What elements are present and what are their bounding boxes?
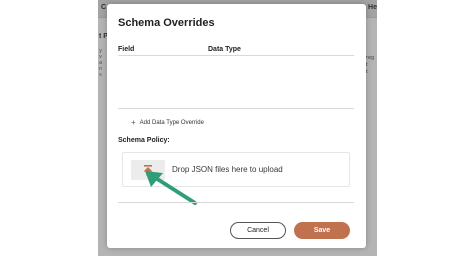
- table-header-divider: [118, 55, 354, 56]
- plus-icon: +: [131, 118, 136, 127]
- background-snippet-line: t: [365, 62, 369, 68]
- add-data-type-override-button[interactable]: + Add Data Type Override: [131, 118, 204, 128]
- column-header-field: Field: [118, 46, 135, 53]
- cancel-button[interactable]: Cancel: [230, 222, 286, 239]
- footer-divider: [118, 202, 354, 203]
- background-snippet-line: reg: [365, 55, 375, 61]
- background-snippet: reg t t: [365, 55, 377, 76]
- section-divider: [118, 108, 354, 109]
- background-code: y v a n s: [99, 48, 107, 78]
- background-tab-right: He: [368, 4, 377, 11]
- background-tab-left: C: [101, 4, 107, 11]
- save-button[interactable]: Save: [294, 222, 350, 239]
- schema-overrides-modal: Schema Overrides Field Data Type + Add D…: [107, 4, 366, 248]
- background-code-line: s: [99, 72, 103, 78]
- background-snippet-line: t: [365, 69, 369, 75]
- screen: C He t P y v a n s reg t t Schema Overri…: [0, 0, 474, 256]
- add-override-label: Add Data Type Override: [139, 120, 204, 126]
- column-header-data-type: Data Type: [208, 46, 241, 53]
- modal-title: Schema Overrides: [118, 17, 215, 29]
- schema-policy-label: Schema Policy:: [118, 137, 170, 144]
